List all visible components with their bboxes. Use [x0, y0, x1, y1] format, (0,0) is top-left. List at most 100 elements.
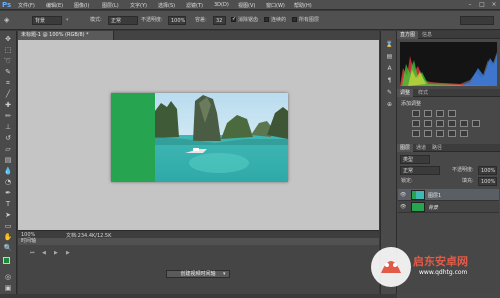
shape-tool-icon[interactable]: ▭ [3, 222, 13, 231]
menu-edit[interactable]: 编辑(E) [46, 2, 63, 9]
menu-image[interactable]: 图像(I) [74, 2, 89, 9]
contiguous-checkbox[interactable] [264, 17, 269, 22]
properties-icon[interactable]: ▤ [385, 53, 394, 61]
character-icon[interactable]: A [385, 65, 394, 73]
curves-icon[interactable] [436, 110, 444, 117]
pen-tool-icon[interactable]: ✒ [3, 189, 13, 198]
exposure-icon[interactable] [448, 110, 456, 117]
antialias-checkbox[interactable] [231, 16, 236, 22]
menu-window[interactable]: 窗口(W) [266, 2, 285, 9]
threshold-icon[interactable] [436, 130, 444, 137]
first-frame-icon[interactable]: ⏮ [30, 250, 35, 256]
layer-kind-filter[interactable]: 类型 [400, 155, 430, 164]
brush-tool-icon[interactable]: ✏ [3, 112, 13, 121]
close-icon[interactable]: × [489, 1, 499, 8]
timeline-controls: ⏮ ◀ ▶ ▶ [30, 250, 230, 256]
blur-tool-icon[interactable]: 💧 [3, 167, 13, 176]
layer-row-1[interactable]: 👁 图层1 [398, 189, 499, 201]
eyedropper-tool-icon[interactable]: ╱ [3, 90, 13, 99]
tab-info[interactable]: 信息 [419, 31, 435, 39]
histogram-graph [400, 42, 497, 86]
lasso-tool-icon[interactable]: ➰ [3, 57, 13, 66]
invert-icon[interactable] [412, 130, 420, 137]
brightness-icon[interactable] [412, 110, 420, 117]
brush-preset-icon[interactable]: ✎ [385, 89, 394, 97]
tab-layers[interactable]: 图层 [397, 144, 414, 152]
all-layers-checkbox[interactable] [292, 17, 297, 22]
menu-type[interactable]: 文字(Y) [130, 2, 147, 9]
zoom-tool-icon[interactable]: 🔍 [3, 244, 13, 253]
tools-panel: ✥ ⬚ ➰ ✎ ⌗ ╱ ✚ ✏ ⊥ ↺ ▱ ▤ 💧 ◔ ✒ T ➤ ▭ ✋ 🔍 … [0, 31, 17, 294]
create-video-timeline-button[interactable]: 创建视频时间轴 [166, 270, 230, 278]
vibrance-icon[interactable] [412, 120, 420, 127]
quick-mask-icon[interactable]: ◎ [3, 273, 13, 282]
marquee-tool-icon[interactable]: ⬚ [3, 46, 13, 55]
tab-histogram[interactable]: 直方图 [397, 31, 419, 39]
menu-layer[interactable]: 图层(L) [102, 2, 119, 9]
tab-paths[interactable]: 路径 [429, 144, 445, 152]
document-tab[interactable]: 未标题-1 @ 100% (RGB/8) * [18, 31, 114, 40]
eraser-tool-icon[interactable]: ▱ [3, 145, 13, 154]
hue-saturation-icon[interactable] [424, 120, 432, 127]
layer-name[interactable]: 图层1 [428, 192, 441, 199]
black-white-icon[interactable] [448, 120, 456, 127]
minimize-icon[interactable]: – [465, 1, 475, 8]
blend-mode-select[interactable]: 正常 [400, 166, 440, 175]
layer-row-background[interactable]: 👁 背景 [398, 201, 499, 213]
menu-select[interactable]: 选择(S) [158, 2, 175, 9]
history-brush-icon[interactable]: ↺ [3, 134, 13, 143]
visibility-eye-icon[interactable]: 👁 [400, 192, 406, 198]
layer-name[interactable]: 背景 [428, 204, 438, 211]
visibility-eye-icon[interactable]: 👁 [400, 204, 406, 210]
photo-filter-icon[interactable] [460, 120, 468, 127]
workspace-select[interactable] [460, 16, 494, 25]
watermark-url: www.qdhtg.com [419, 269, 468, 276]
tolerance-input[interactable]: 32 [213, 16, 226, 25]
type-tool-icon[interactable]: T [3, 200, 13, 209]
menu-file[interactable]: 文件(F) [18, 2, 35, 9]
opacity-input[interactable]: 100% [168, 16, 186, 25]
tab-channels[interactable]: 通道 [413, 144, 429, 152]
history-icon[interactable]: ⌛ [385, 41, 394, 49]
next-frame-icon[interactable]: ▶ [66, 250, 70, 256]
dodge-tool-icon[interactable]: ◔ [3, 178, 13, 187]
move-tool-icon[interactable]: ✥ [3, 35, 13, 44]
crop-tool-icon[interactable]: ⌗ [3, 79, 13, 88]
foreground-color-swatch[interactable] [3, 257, 10, 264]
menu-3d[interactable]: 3D(D) [214, 2, 229, 8]
channel-mixer-icon[interactable] [472, 120, 480, 127]
healing-brush-icon[interactable]: ✚ [3, 101, 13, 110]
paragraph-icon[interactable]: ¶ [385, 77, 394, 85]
levels-icon[interactable] [424, 110, 432, 117]
fill-label: 填充: [462, 178, 474, 184]
selective-color-icon[interactable] [460, 130, 468, 137]
prev-frame-icon[interactable]: ◀ [42, 250, 46, 256]
paint-bucket-tool-icon[interactable]: ◈ [4, 16, 9, 24]
quick-select-tool-icon[interactable]: ✎ [3, 68, 13, 77]
options-bar: ◈ 背景 ▾ 模式: 正常 不透明度: 100% 容差: 32 消除锯齿 连续的… [0, 11, 500, 30]
fill-input[interactable]: 100% [478, 177, 497, 186]
tab-styles[interactable]: 样式 [415, 89, 431, 97]
hand-tool-icon[interactable]: ✋ [3, 233, 13, 242]
play-icon[interactable]: ▶ [54, 250, 58, 256]
fill-source-select[interactable]: 背景 [32, 16, 62, 25]
gradient-tool-icon[interactable]: ▤ [3, 156, 13, 165]
menu-help[interactable]: 帮助(H) [294, 2, 312, 9]
clone-stamp-icon[interactable]: ⊥ [3, 123, 13, 132]
timeline-dropdown-icon[interactable]: ▾ [223, 271, 226, 277]
layer-opacity-input[interactable]: 100% [478, 166, 497, 175]
adjustments-title: 添加调整 [401, 101, 422, 107]
mode-select[interactable]: 正常 [108, 16, 138, 25]
layer-opacity-label: 不透明度: [452, 167, 474, 173]
maximize-icon[interactable]: □ [477, 1, 487, 8]
menu-filter[interactable]: 滤镜(T) [186, 2, 203, 9]
document-canvas[interactable] [111, 93, 288, 182]
posterize-icon[interactable] [424, 130, 432, 137]
path-select-icon[interactable]: ➤ [3, 211, 13, 220]
color-balance-icon[interactable] [436, 120, 444, 127]
clone-source-icon[interactable]: ⊕ [385, 101, 394, 109]
gradient-map-icon[interactable] [448, 130, 456, 137]
screen-mode-icon[interactable]: ▣ [3, 284, 13, 293]
tab-adjustments[interactable]: 调整 [397, 89, 414, 97]
menu-view[interactable]: 视图(V) [238, 2, 255, 9]
